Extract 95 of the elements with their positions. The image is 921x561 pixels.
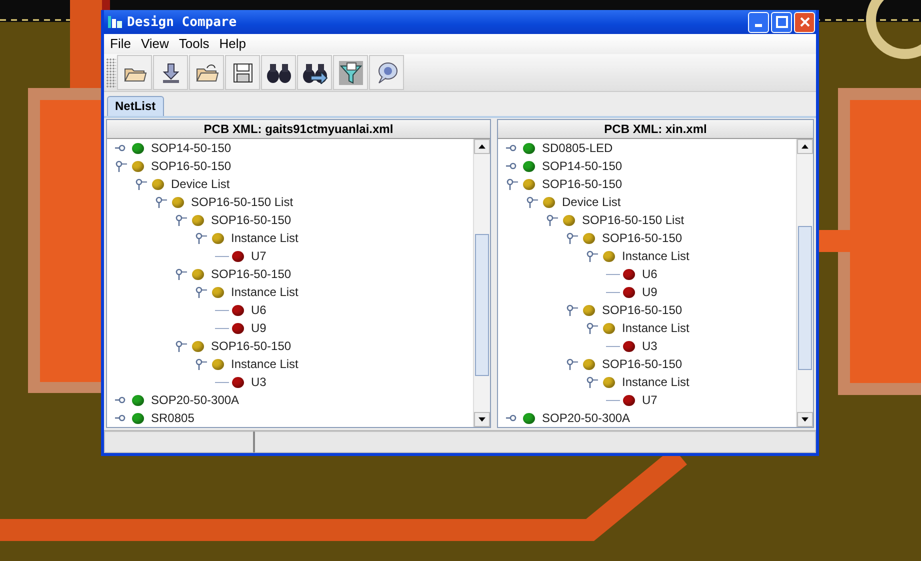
expanded-handle-icon[interactable] [506, 178, 520, 190]
toolbar-button[interactable] [369, 55, 404, 90]
binoculars-arrow-icon [302, 62, 328, 84]
expanded-handle-icon[interactable] [586, 250, 600, 262]
scroll-thumb[interactable] [475, 234, 489, 376]
funnel-icon [338, 60, 362, 85]
expanded-handle-icon[interactable] [155, 196, 169, 208]
tree-item[interactable]: SOP20-50-300A [542, 410, 630, 426]
expanded-handle-icon[interactable] [175, 340, 189, 352]
tree-branch-line [215, 382, 229, 383]
tree-branch-line [606, 400, 620, 401]
toolbar-button[interactable] [153, 55, 188, 90]
close-icon [798, 16, 810, 28]
scroll-thumb[interactable] [798, 226, 812, 370]
toolbar-button[interactable] [189, 55, 224, 90]
tree-item[interactable]: Instance List [622, 248, 690, 264]
expanded-handle-icon[interactable] [526, 196, 540, 208]
scroll-up-icon[interactable] [474, 139, 490, 154]
expanded-handle-icon[interactable] [566, 304, 580, 316]
tree-item[interactable]: SD0805-LED [542, 140, 613, 156]
menu-item[interactable]: Tools [176, 36, 216, 52]
expanded-handle-icon[interactable] [586, 322, 600, 334]
tree-item[interactable]: Instance List [231, 230, 298, 246]
tree-item[interactable]: SOP14-50-150 [151, 140, 232, 156]
tree-branch-line [606, 292, 620, 293]
expanded-handle-icon[interactable] [566, 358, 580, 370]
vertical-scrollbar[interactable] [473, 139, 490, 428]
tree-item[interactable]: Instance List [622, 320, 690, 336]
tab[interactable]: NetList [107, 96, 164, 116]
close-button[interactable] [794, 12, 815, 33]
scroll-down-icon[interactable] [797, 412, 813, 428]
tree-item[interactable]: SOP16-50-150 [211, 338, 292, 354]
expanded-handle-icon[interactable] [546, 214, 560, 226]
toolbar-button[interactable] [117, 55, 152, 90]
toolbar-button[interactable] [261, 55, 296, 90]
tree-item[interactable]: U6 [251, 302, 266, 318]
app-icon [107, 15, 123, 30]
tree-item[interactable]: U9 [642, 284, 658, 300]
window-title: Design Compare [127, 14, 238, 30]
tree-item[interactable]: U7 [642, 392, 658, 408]
minimize-icon [755, 24, 762, 28]
tree-item[interactable]: SOP16-50-150 [602, 356, 682, 372]
expanded-handle-icon[interactable] [175, 268, 189, 280]
expanded-handle-icon[interactable] [195, 358, 209, 370]
tree-item[interactable]: SOP20-50-300A [151, 392, 240, 408]
scroll-up-icon[interactable] [797, 139, 813, 154]
tree-item[interactable]: SOP14-50-150 [542, 158, 622, 174]
tree-item[interactable]: SOP16-50-150 List [582, 212, 684, 228]
tree-branch-line [606, 274, 620, 275]
tree-item[interactable]: SOP16-50-150 [211, 212, 292, 228]
expanded-handle-icon[interactable] [175, 214, 189, 226]
toolbar-button[interactable] [333, 55, 368, 90]
menu-item[interactable]: File [107, 36, 138, 52]
toolbar-button[interactable] [225, 55, 260, 90]
panel-header: PCB XML: gaits91ctmyuanlai.xml [107, 120, 490, 140]
tree-item[interactable]: U3 [251, 374, 266, 390]
maximize-button[interactable] [771, 12, 792, 33]
tree-item[interactable]: U3 [642, 338, 658, 354]
tree-item[interactable]: SOP16-50-150 [151, 158, 232, 174]
tree-item[interactable]: Instance List [231, 284, 298, 300]
tree-item[interactable]: Device List [562, 194, 621, 210]
ring-pad [866, 0, 921, 59]
expanded-handle-icon[interactable] [566, 232, 580, 244]
tree-item[interactable]: U9 [251, 320, 266, 336]
menu-item[interactable]: Help [216, 36, 254, 52]
tree-branch-line [215, 328, 229, 329]
tree-item[interactable]: SOP16-50-150 [542, 176, 622, 192]
expanded-handle-icon[interactable] [115, 160, 129, 172]
toolbar-grip[interactable] [106, 58, 116, 88]
minimize-button[interactable] [748, 12, 769, 33]
binoculars-icon [266, 62, 292, 84]
tree-item[interactable]: Instance List [231, 356, 298, 372]
expanded-handle-icon[interactable] [195, 232, 209, 244]
tree-item[interactable]: SOP16-50-150 [602, 302, 682, 318]
tree-branch-line [215, 310, 229, 311]
tree-item[interactable]: U6 [642, 266, 658, 282]
folder-icon [194, 62, 218, 83]
expanded-handle-icon[interactable] [135, 178, 149, 190]
panel-header: PCB XML: xin.xml [498, 120, 813, 140]
tree-item[interactable]: SR0805 [151, 410, 194, 426]
expanded-handle-icon[interactable] [586, 376, 600, 388]
tree-item[interactable]: Device List [171, 176, 230, 192]
menu-item[interactable]: View [138, 36, 176, 52]
expanded-handle-icon[interactable] [195, 286, 209, 298]
vertical-scrollbar[interactable] [796, 139, 813, 428]
tree-item[interactable]: SOP16-50-150 List [191, 194, 294, 210]
tree-item[interactable]: SOP16-50-150 [602, 230, 682, 246]
tree-branch-line [215, 256, 229, 257]
tree-branch-line [606, 346, 620, 347]
toolbar-button[interactable] [297, 55, 332, 90]
scroll-down-icon[interactable] [474, 412, 490, 428]
tree-item[interactable]: Instance List [622, 374, 690, 390]
tree-item[interactable]: U7 [251, 248, 266, 264]
tree-item[interactable]: SOP16-50-150 [211, 266, 292, 282]
maximize-icon [776, 16, 788, 28]
